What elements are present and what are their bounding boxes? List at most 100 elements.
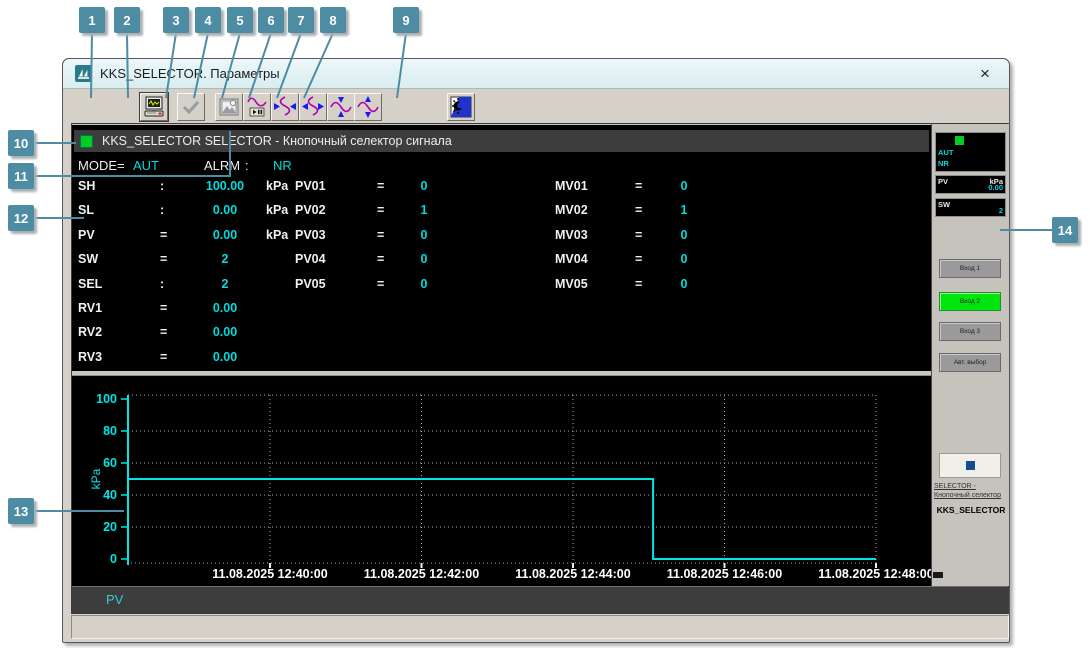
param-label: PV bbox=[78, 228, 95, 242]
invert-colors-button[interactable] bbox=[447, 93, 475, 121]
param-separator: = bbox=[377, 179, 384, 193]
param-row-RV3: RV3 = 0.00 bbox=[72, 350, 931, 369]
param-value: 0.00 bbox=[188, 350, 262, 364]
param-label: SH bbox=[78, 179, 95, 193]
trend-compress-horizontal-icon bbox=[273, 95, 297, 119]
selector-button-2[interactable]: Вход 2 bbox=[939, 292, 1001, 311]
mode-label: MODE= bbox=[78, 158, 125, 173]
param-value: 1 bbox=[414, 203, 434, 217]
block-type-link[interactable]: SELECTOR - Кнопочный селектор bbox=[934, 482, 1008, 500]
svg-text:0: 0 bbox=[110, 552, 117, 566]
param-value: 2 bbox=[188, 252, 262, 266]
close-button[interactable]: × bbox=[973, 63, 997, 85]
tag-header-text: KKS_SELECTOR SELECTOR - Кнопочный селект… bbox=[102, 134, 452, 148]
param-label: MV02 bbox=[555, 203, 588, 217]
faceplate-sw-value: 2 bbox=[999, 206, 1003, 215]
param-separator: = bbox=[377, 203, 384, 217]
param-label: RV1 bbox=[78, 301, 102, 315]
callout-badge-1: 1 bbox=[79, 7, 105, 33]
callout-badge-5: 5 bbox=[227, 7, 253, 33]
trend-compress-horizontal-button[interactable] bbox=[271, 93, 299, 121]
page: 1234567891011121314 KKS_SELECTOR. Параме… bbox=[0, 0, 1090, 648]
svg-text:20: 20 bbox=[103, 520, 117, 534]
screen-copy-button[interactable] bbox=[140, 93, 168, 121]
svg-text:60: 60 bbox=[103, 456, 117, 470]
param-separator: = bbox=[635, 203, 642, 217]
trend-expand-vertical-button[interactable] bbox=[354, 93, 382, 121]
selector-button-3[interactable]: Вход 3 bbox=[939, 322, 1001, 341]
param-row-PV: PV=0.00kPaPV03=0MV03=0 bbox=[72, 228, 931, 247]
app-logo-icon bbox=[75, 65, 92, 82]
param-separator: = bbox=[635, 277, 642, 291]
param-label: MV04 bbox=[555, 252, 588, 266]
param-label: RV3 bbox=[78, 350, 102, 364]
param-label: SW bbox=[78, 252, 98, 266]
param-label: RV2 bbox=[78, 325, 102, 339]
param-value: 0 bbox=[674, 179, 694, 193]
window-title: KKS_SELECTOR. Параметры bbox=[100, 66, 280, 81]
callout-badge-13: 13 bbox=[8, 498, 34, 524]
parameters-window: KKS_SELECTOR. Параметры × bbox=[62, 58, 1010, 643]
trend-expand-vertical-icon bbox=[356, 95, 380, 119]
param-value: 0 bbox=[414, 179, 434, 193]
alrm-value: NR bbox=[273, 158, 292, 173]
faceplate-pv-value: 0.00 bbox=[988, 183, 1003, 192]
param-row-SEL: SEL:2PV05=0MV05=0 bbox=[72, 277, 931, 296]
param-separator: = bbox=[160, 350, 167, 364]
trend-pause-button[interactable] bbox=[243, 93, 271, 121]
selector-button-4[interactable]: Авт. выбор bbox=[939, 353, 1001, 372]
faceplate-sw-box: SW 2 bbox=[935, 198, 1006, 217]
trend-chart-panel: 11.08.2025 12:40:0011.08.2025 12:42:0011… bbox=[72, 375, 931, 587]
svg-text:11.08.2025 12:48:00: 11.08.2025 12:48:00 bbox=[818, 567, 931, 581]
trend-expand-horizontal-button[interactable] bbox=[299, 93, 327, 121]
param-separator: = bbox=[635, 228, 642, 242]
trend-legend-bar: PV bbox=[72, 586, 1008, 613]
param-label: PV05 bbox=[295, 277, 326, 291]
param-label: PV02 bbox=[295, 203, 326, 217]
param-unit: kPa bbox=[266, 228, 288, 242]
faceplate-sw-label: SW bbox=[938, 200, 950, 209]
param-value: 0.00 bbox=[188, 228, 262, 242]
param-separator: = bbox=[160, 325, 167, 339]
snapshot-button[interactable] bbox=[215, 93, 243, 121]
param-unit: kPa bbox=[266, 179, 288, 193]
param-label: SL bbox=[78, 203, 94, 217]
clipped-label-artifact bbox=[933, 572, 943, 578]
param-value: 1 bbox=[674, 203, 694, 217]
param-value: 0.00 bbox=[188, 301, 262, 315]
callout-badge-4: 4 bbox=[195, 7, 221, 33]
faceplate-mode: AUT bbox=[938, 148, 953, 157]
svg-text:80: 80 bbox=[103, 424, 117, 438]
param-value: 100.00 bbox=[188, 179, 262, 193]
svg-text:100: 100 bbox=[96, 392, 117, 406]
faceplate-status-indicator bbox=[955, 136, 964, 145]
snapshot-image-icon bbox=[217, 95, 241, 119]
param-separator: = bbox=[635, 179, 642, 193]
callout-badge-12: 12 bbox=[8, 205, 34, 231]
faceplate-pv-box: PV kPa 0.00 bbox=[935, 175, 1006, 194]
svg-text:kPa: kPa bbox=[89, 468, 103, 489]
trend-compress-vertical-button[interactable] bbox=[327, 93, 355, 121]
callout-badge-10: 10 bbox=[8, 130, 34, 156]
alrm-label: ALRM bbox=[204, 158, 240, 173]
trend-legend-label: PV bbox=[106, 592, 123, 607]
callout-badge-2: 2 bbox=[114, 7, 140, 33]
callout-badge-3: 3 bbox=[163, 7, 189, 33]
param-separator: : bbox=[160, 203, 164, 217]
faceplate-pv-label: PV bbox=[938, 177, 948, 186]
param-separator: = bbox=[635, 252, 642, 266]
trend-pause-icon bbox=[245, 95, 269, 119]
selector-button-1[interactable]: Вход 1 bbox=[939, 259, 1001, 278]
param-value: 0 bbox=[414, 252, 434, 266]
param-row-SH: SH:100.00kPaPV01=0MV01=0 bbox=[72, 179, 931, 198]
param-separator: = bbox=[377, 228, 384, 242]
confirm-button[interactable] bbox=[177, 93, 205, 121]
param-value: 0 bbox=[674, 277, 694, 291]
param-value: 0 bbox=[414, 228, 434, 242]
window-titlebar[interactable]: KKS_SELECTOR. Параметры × bbox=[63, 59, 1009, 89]
svg-text:40: 40 bbox=[103, 488, 117, 502]
mode-value: AUT bbox=[133, 158, 159, 173]
confirm-check-icon bbox=[179, 95, 203, 119]
invert-colors-icon bbox=[449, 95, 473, 119]
param-separator: : bbox=[160, 179, 164, 193]
